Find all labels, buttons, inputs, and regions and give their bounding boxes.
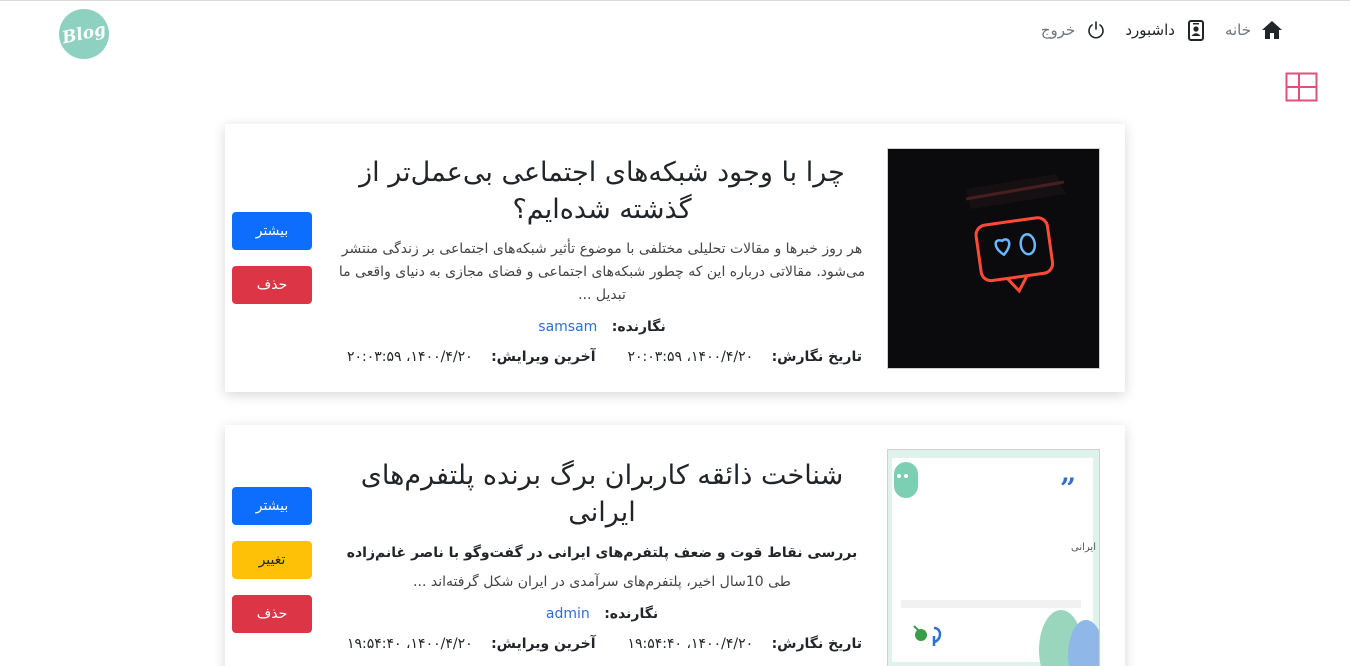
edited-date: آخرین ویرایش: ۱۴۰۰/۴/۲۰، ۱۹:۵۴:۴۰ (347, 636, 596, 652)
post-author: نگارنده: samsam (332, 319, 872, 335)
post-excerpt: هر روز خبرها و مقالات تحلیلی مختلفی با م… (338, 241, 866, 303)
svg-text:”: ” (1060, 472, 1076, 505)
author-label: نگارنده: (604, 606, 659, 622)
post-author: نگارنده: admin (332, 606, 872, 622)
edited-label: آخرین ویرایش: (491, 349, 596, 365)
nav-dashboard-label: داشبورد (1125, 21, 1175, 39)
id-badge-icon (1185, 19, 1207, 41)
nav-home[interactable]: خانه (1225, 19, 1283, 41)
post-content: چرا با وجود شبکه‌های اجتماعی بی‌عمل‌تر ا… (332, 154, 872, 365)
post-dates: تاریخ نگارش: ۱۴۰۰/۴/۲۰، ۲۰:۰۳:۵۹ آخرین و… (332, 349, 872, 365)
post-title[interactable]: چرا با وجود شبکه‌های اجتماعی بی‌عمل‌تر ا… (332, 154, 872, 228)
author-link[interactable]: admin (546, 606, 590, 622)
main-nav: خانه داشبورد خروج (1023, 19, 1283, 41)
post-actions: بیشتر حذف (232, 212, 312, 320)
post-actions: بیشتر تغییر حذف (232, 487, 312, 649)
more-button[interactable]: بیشتر (232, 212, 312, 250)
nav-logout[interactable]: خروج (1041, 19, 1107, 41)
blog-logo[interactable]: Blog (54, 4, 114, 64)
created-date: تاریخ نگارش: ۱۴۰۰/۴/۲۰، ۱۹:۵۴:۴۰ (628, 636, 863, 652)
post-card: ” شناخت ذائقه کاربران برگ برنده پلتفرم‌ه… (225, 425, 1125, 666)
nav-dashboard[interactable]: داشبورد (1125, 19, 1207, 41)
author-link[interactable]: samsam (538, 319, 597, 335)
more-button[interactable]: بیشتر (232, 487, 312, 525)
thumbnail-text: شناخت ذائقه کاربران برگ برنده پلتفرم‌های… (1071, 540, 1099, 553)
edited-value: ۱۴۰۰/۴/۲۰، ۱۹:۵۴:۴۰ (347, 636, 473, 652)
post-thumbnail[interactable]: ” شناخت ذائقه کاربران برگ برنده پلتفرم‌ه… (887, 449, 1100, 666)
created-value: ۱۴۰۰/۴/۲۰، ۲۰:۰۳:۵۹ (627, 349, 754, 365)
post-card: چرا با وجود شبکه‌های اجتماعی بی‌عمل‌تر ا… (225, 124, 1125, 392)
home-icon (1261, 19, 1283, 41)
created-date: تاریخ نگارش: ۱۴۰۰/۴/۲۰، ۲۰:۰۳:۵۹ (628, 349, 863, 365)
author-label: نگارنده: (611, 319, 666, 335)
delete-button[interactable]: حذف (232, 266, 312, 304)
edited-value: ۱۴۰۰/۴/۲۰، ۲۰:۰۳:۵۹ (347, 349, 473, 365)
post-subtitle: بررسی نقاط قوت و ضعف پلتفرم‌های ایرانی د… (346, 545, 858, 561)
edited-date: آخرین ویرایش: ۱۴۰۰/۴/۲۰، ۲۰:۰۳:۵۹ (347, 349, 596, 365)
created-label: تاریخ نگارش: (771, 636, 862, 652)
post-content: شناخت ذائقه کاربران برگ برنده پلتفرم‌های… (332, 457, 872, 652)
post-dates: تاریخ نگارش: ۱۴۰۰/۴/۲۰، ۱۹:۵۴:۴۰ آخرین و… (332, 636, 872, 652)
nav-home-label: خانه (1224, 21, 1251, 39)
delete-button[interactable]: حذف (232, 595, 312, 633)
post-thumbnail[interactable] (887, 148, 1100, 369)
post-title[interactable]: شناخت ذائقه کاربران برگ برنده پلتفرم‌های… (332, 457, 872, 531)
created-value: ۱۴۰۰/۴/۲۰، ۱۹:۵۴:۴۰ (627, 636, 754, 652)
edited-label: آخرین ویرایش: (491, 636, 596, 652)
layout-grid-icon[interactable] (1285, 72, 1318, 102)
edit-button[interactable]: تغییر (232, 541, 312, 579)
power-icon (1085, 19, 1107, 41)
post-excerpt: طی 10سال اخیر، پلتفرم‌های سرآمدی در ایرا… (413, 574, 791, 590)
logo-text: Blog (60, 19, 108, 49)
created-label: تاریخ نگارش: (771, 349, 862, 365)
nav-logout-label: خروج (1040, 21, 1076, 39)
